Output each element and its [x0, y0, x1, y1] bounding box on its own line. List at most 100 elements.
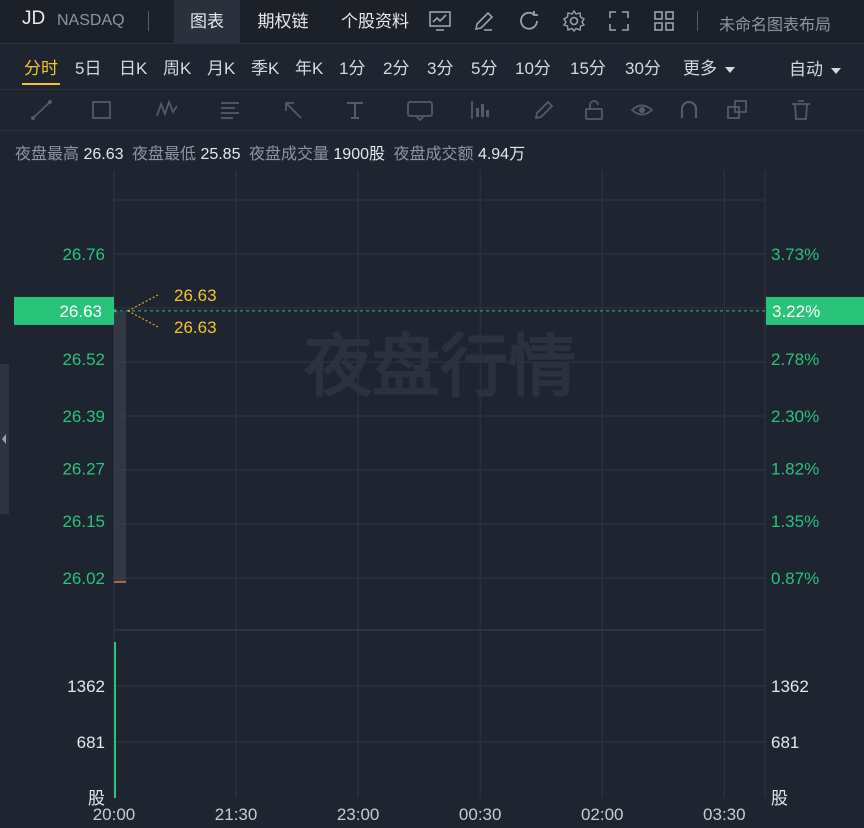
chevron-down-icon	[725, 66, 735, 73]
volume-value: 1900股	[333, 146, 386, 163]
time-tick-label: 03:30	[703, 805, 746, 824]
watermark: 夜盘行情	[303, 329, 576, 405]
wave-pattern-icon[interactable]	[155, 98, 179, 122]
annotation-leader-line	[127, 294, 159, 312]
price-tick-label: 26.39	[62, 407, 105, 426]
divider	[697, 11, 698, 31]
price-point	[113, 309, 117, 313]
brush-icon[interactable]	[532, 98, 556, 122]
scale-mode-label: 自动	[789, 60, 823, 79]
period-daily[interactable]: 日K	[119, 54, 147, 79]
high-value: 26.63	[83, 146, 124, 163]
drawing-toolbar	[0, 89, 864, 131]
volume-series	[114, 642, 116, 798]
volume-unit-label: 股	[771, 789, 788, 808]
price-area	[114, 310, 126, 582]
scale-mode-dropdown[interactable]: 自动	[789, 55, 841, 80]
draw-pencil-icon[interactable]	[472, 9, 496, 33]
period-5day[interactable]: 5日	[75, 54, 101, 79]
settings-gear-icon[interactable]	[562, 9, 586, 33]
volume-label: 夜盘成交量	[248, 146, 329, 163]
period-weekly[interactable]: 周K	[163, 54, 191, 79]
volume-tick-label: 1362	[67, 677, 105, 696]
grid-layout-icon[interactable]	[652, 9, 676, 33]
current-pct-label: 3.22%	[772, 302, 820, 321]
price-series	[113, 309, 126, 583]
period-5min[interactable]: 5分	[471, 54, 497, 79]
price-tick-label: 26.15	[62, 512, 105, 531]
clone-icon[interactable]	[725, 98, 749, 122]
chart-grid	[113, 170, 766, 798]
tab-chart[interactable]: 图表	[174, 0, 240, 43]
percent-tick-label: 3.73%	[771, 245, 819, 264]
chevron-down-icon	[831, 67, 841, 74]
period-2min[interactable]: 2分	[383, 54, 409, 79]
period-monthly[interactable]: 月K	[207, 54, 235, 79]
exchange-name: NASDAQ	[57, 12, 125, 29]
percent-axis-right: 3.73% 2.78% 2.30% 1.82% 1.35% 0.87%	[771, 245, 819, 588]
visibility-eye-icon[interactable]	[630, 98, 654, 122]
low-label: 夜盘最低	[131, 146, 196, 163]
volume-tick-label: 681	[77, 733, 105, 752]
fibonacci-icon[interactable]	[218, 98, 242, 122]
time-tick-label: 23:00	[337, 805, 380, 824]
fullscreen-icon[interactable]	[607, 9, 631, 33]
volume-tick-label: 681	[771, 733, 799, 752]
period-30min[interactable]: 30分	[625, 54, 661, 79]
active-period-underline	[22, 83, 60, 85]
price-axis-left: 26.76 26.52 26.39 26.27 26.15 26.02	[62, 245, 105, 588]
period-3min[interactable]: 3分	[427, 54, 453, 79]
percent-tick-label: 2.30%	[771, 407, 819, 426]
annotation-leader-line	[127, 310, 159, 328]
layout-name[interactable]: 未命名图表布局	[719, 11, 831, 35]
annotation-label-high: 26.63	[174, 286, 217, 305]
trash-icon[interactable]	[789, 98, 813, 122]
period-yearly[interactable]: 年K	[295, 54, 323, 79]
ticker-symbol: JD	[22, 8, 46, 29]
price-tick-label: 26.27	[62, 460, 105, 479]
price-range-icon[interactable]	[468, 98, 492, 122]
intraday-chart[interactable]: 夜盘行情 26.76 26.52 26.39 26.27 26.15 26.02 3.73…	[0, 170, 864, 828]
indicator-chart-icon[interactable]	[428, 9, 452, 33]
amount-value: 4.94万	[477, 146, 526, 163]
unlock-icon[interactable]	[582, 98, 606, 122]
low-value: 25.85	[200, 146, 241, 163]
percent-tick-label: 2.78%	[771, 350, 819, 369]
time-tick-label: 00:30	[459, 805, 502, 824]
current-price-line: 26.63 3.22%	[14, 296, 864, 325]
volume-bar	[114, 642, 116, 798]
arrow-tool-icon[interactable]	[281, 98, 305, 122]
magnet-icon[interactable]	[677, 98, 701, 122]
period-15min[interactable]: 15分	[570, 54, 606, 79]
divider	[148, 11, 149, 31]
rectangle-tool-icon[interactable]	[90, 98, 114, 122]
period-quarterly[interactable]: 季K	[251, 54, 279, 79]
percent-tick-label: 0.87%	[771, 569, 819, 588]
tab-option-chain[interactable]: 期权链	[247, 0, 319, 43]
tab-stock-profile[interactable]: 个股资料	[333, 0, 417, 43]
refresh-icon[interactable]	[517, 9, 541, 33]
period-more-dropdown[interactable]: 更多	[683, 54, 735, 79]
label-tool-icon[interactable]	[406, 98, 434, 122]
top-bar: JD NASDAQ 图表 期权链 个股资料 未命名图表布局	[0, 0, 864, 44]
amount-label: 夜盘成交额	[393, 146, 474, 163]
overnight-summary: 夜盘最高 26.63 夜盘最低 25.85 夜盘成交量 1900股 夜盘成交额 …	[15, 140, 529, 164]
current-price-label: 26.63	[59, 302, 102, 321]
period-1min[interactable]: 1分	[339, 54, 365, 79]
volume-tick-label: 1362	[771, 677, 809, 696]
time-tick-label: 02:00	[581, 805, 624, 824]
time-axis: 20:00 21:30 23:00 00:30 02:00 03:30	[93, 805, 746, 824]
text-tool-icon[interactable]	[343, 98, 367, 122]
period-bar: 分时 5日 日K 周K 月K 季K 年K 1分 2分 3分 5分 10分 15分…	[0, 44, 864, 88]
percent-tick-label: 1.82%	[771, 460, 819, 479]
price-tick-label: 26.52	[62, 350, 105, 369]
high-label: 夜盘最高	[15, 146, 80, 163]
period-more-label: 更多	[683, 59, 717, 78]
price-tick-label: 26.02	[62, 569, 105, 588]
time-tick-label: 20:00	[93, 805, 136, 824]
period-intraday[interactable]: 分时	[24, 54, 58, 79]
percent-tick-label: 1.35%	[771, 512, 819, 531]
trend-line-icon[interactable]	[30, 98, 54, 122]
period-10min[interactable]: 10分	[515, 54, 551, 79]
time-tick-label: 21:30	[215, 805, 258, 824]
